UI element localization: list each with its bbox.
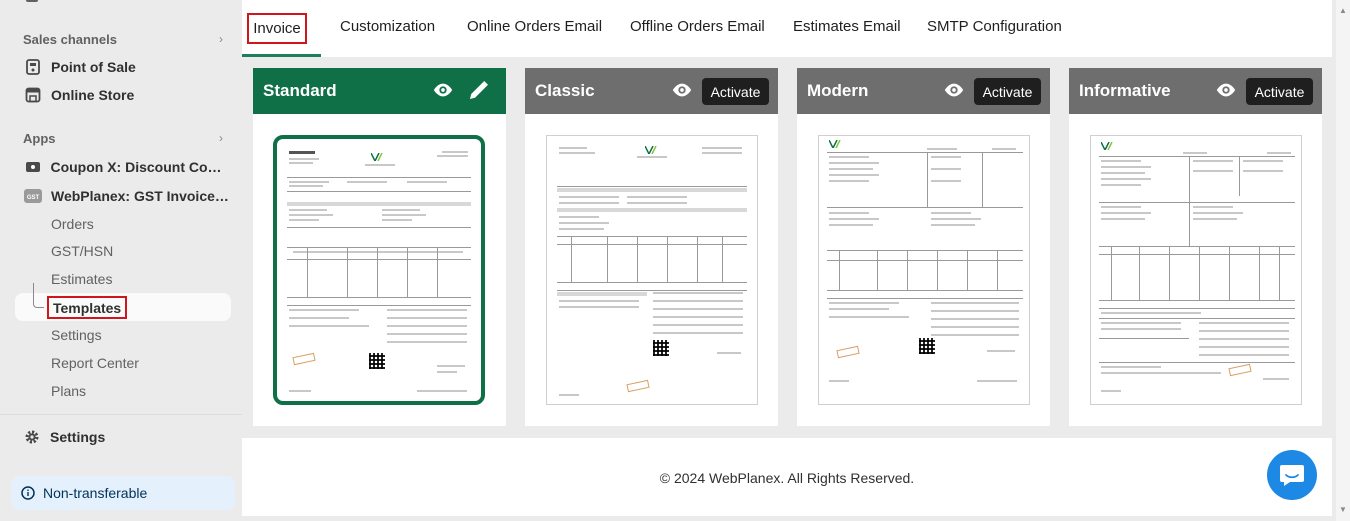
sidebar-subitem-settings[interactable]: Settings — [51, 324, 102, 346]
invoice-preview-document — [287, 147, 471, 392]
sidebar-subitem-orders[interactable]: Orders — [51, 213, 94, 235]
eye-icon[interactable] — [671, 79, 693, 101]
eye-icon[interactable] — [943, 79, 965, 101]
chevron-right-icon: › — [219, 131, 223, 145]
sidebar-divider — [0, 414, 242, 415]
invoice-preview-document — [557, 144, 747, 399]
sidebar-item-online-store[interactable]: Online Store — [24, 83, 230, 107]
apps-header[interactable]: Apps › — [23, 128, 223, 148]
tab-online-orders-email[interactable]: Online Orders Email — [467, 18, 602, 35]
logo-icon — [371, 153, 383, 161]
non-transferable-badge[interactable]: Non-transferable — [11, 476, 235, 510]
invoice-preview-document — [827, 140, 1023, 385]
active-tab-indicator — [242, 54, 321, 57]
sidebar-item-coupon-x[interactable]: Coupon X: Discount Code... — [24, 155, 230, 179]
tab-invoice[interactable]: Invoice — [247, 13, 307, 44]
template-card-modern[interactable]: Modern Activate — [797, 68, 1050, 426]
template-card-standard[interactable]: Standard — [253, 68, 506, 426]
scroll-up-arrow-icon[interactable]: ▲ — [1339, 6, 1347, 15]
template-card-classic[interactable]: Classic Activate — [525, 68, 778, 426]
pencil-icon[interactable] — [467, 78, 491, 102]
svg-text:GST: GST — [27, 195, 40, 201]
activate-button[interactable]: Activate — [702, 78, 769, 105]
gear-icon — [24, 429, 40, 445]
gst-app-icon: GST — [24, 187, 42, 205]
chevron-right-icon: › — [219, 32, 223, 46]
copyright-text: © 2024 WebPlanex. All Rights Reserved. — [659, 470, 915, 486]
tab-estimates-email[interactable]: Estimates Email — [793, 18, 901, 35]
template-preview[interactable] — [1090, 135, 1302, 405]
eye-icon[interactable] — [432, 79, 454, 101]
page-scrollbar[interactable]: ▲ ▼ — [1336, 0, 1350, 521]
invoice-preview-document — [1099, 142, 1295, 397]
nav-tree-connector — [33, 283, 44, 308]
tab-offline-orders-email[interactable]: Offline Orders Email — [630, 18, 765, 35]
coupon-app-icon — [24, 158, 41, 176]
scroll-down-arrow-icon[interactable]: ▼ — [1339, 505, 1347, 514]
eye-icon[interactable] — [1215, 79, 1237, 101]
sidebar-item-webplanex-gst[interactable]: GST WebPlanex: GST Invoice I... — [24, 184, 230, 208]
logo-icon — [829, 140, 841, 148]
store-icon — [24, 86, 42, 104]
sidebar-subitem-report-center[interactable]: Report Center — [51, 352, 139, 374]
tab-customization[interactable]: Customization — [340, 18, 435, 35]
template-card-informative[interactable]: Informative Activate — [1069, 68, 1322, 426]
logo-icon — [1101, 142, 1113, 150]
pos-icon — [24, 58, 42, 76]
chat-button[interactable] — [1267, 450, 1317, 500]
sidebar-subitem-estimates[interactable]: Estimates — [51, 268, 112, 290]
tab-smtp-configuration[interactable]: SMTP Configuration — [927, 18, 1062, 35]
sidebar-item-point-of-sale[interactable]: Point of Sale — [24, 55, 230, 79]
activate-button[interactable]: Activate — [1246, 78, 1313, 105]
template-preview[interactable] — [818, 135, 1030, 405]
logo-icon — [645, 146, 657, 154]
main-content: Invoice Customization Online Orders Emai… — [242, 0, 1336, 521]
activate-button[interactable]: Activate — [974, 78, 1041, 105]
sales-channels-header[interactable]: Sales channels › — [23, 29, 223, 49]
info-icon — [21, 486, 35, 500]
sidebar-settings[interactable]: Settings — [24, 426, 105, 448]
template-preview[interactable] — [546, 135, 758, 405]
sidebar: Sales channels › Point of Sale Online St… — [0, 0, 242, 521]
sidebar-subitem-gst-hsn[interactable]: GST/HSN — [51, 240, 113, 262]
sidebar-subitem-plans[interactable]: Plans — [51, 380, 86, 402]
footer: © 2024 WebPlanex. All Rights Reserved. — [242, 438, 1332, 516]
template-preview[interactable] — [273, 135, 485, 405]
tab-bar: Invoice Customization Online Orders Emai… — [242, 0, 1332, 57]
chat-icon — [1280, 465, 1304, 486]
home-icon[interactable] — [24, 0, 40, 4]
sidebar-subitem-templates[interactable]: Templates — [47, 296, 128, 319]
